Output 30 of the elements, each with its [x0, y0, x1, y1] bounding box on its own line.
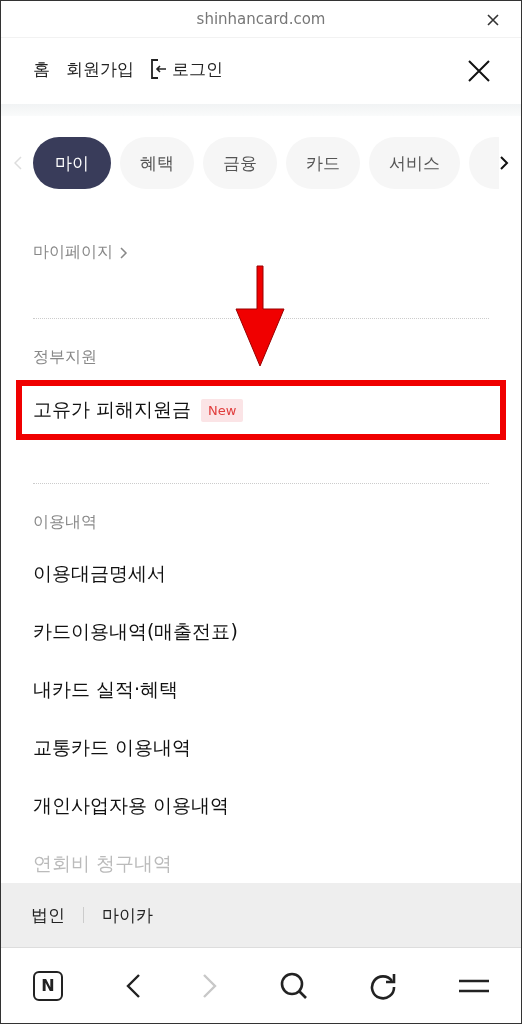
- url-text: shinhancard.com: [196, 10, 326, 28]
- category-tab[interactable]: 마이: [33, 137, 111, 189]
- close-icon[interactable]: [467, 59, 491, 83]
- browser-logo-button[interactable]: N: [33, 970, 63, 1001]
- header-link[interactable]: 홈: [33, 57, 50, 81]
- back-icon[interactable]: [124, 972, 141, 999]
- category-tab[interactable]: 카드: [286, 137, 360, 189]
- menu-item[interactable]: 카드이용내역(매출전표): [33, 619, 238, 645]
- login-link[interactable]: 로그인: [150, 57, 223, 81]
- footer-link[interactable]: 법인: [31, 903, 65, 927]
- menu-icon[interactable]: [458, 978, 489, 993]
- menu-item[interactable]: 교통카드 이용내역: [33, 735, 192, 761]
- header-link[interactable]: 회원가입: [66, 57, 134, 81]
- section-title: 정부지원: [33, 347, 98, 368]
- footer-link[interactable]: 마이카: [102, 903, 153, 927]
- menu-item[interactable]: 내카드 실적·혜택: [33, 677, 179, 703]
- chevron-right-icon: [119, 245, 128, 260]
- chevron-right-icon[interactable]: [499, 155, 509, 171]
- close-icon[interactable]: [486, 13, 500, 27]
- menu-item[interactable]: 이용대금명세서: [33, 561, 166, 587]
- menu-item[interactable]: 개인사업자용 이용내역: [33, 793, 230, 819]
- category-tab[interactable]: 금융: [203, 137, 277, 189]
- menu-item[interactable]: 고유가 피해지원금: [33, 397, 192, 423]
- section-title: 이용내역: [33, 512, 98, 533]
- new-badge: New: [201, 398, 244, 422]
- category-tab[interactable]: 혜택: [120, 137, 194, 189]
- refresh-icon[interactable]: [369, 971, 398, 1000]
- search-icon[interactable]: [279, 971, 308, 1000]
- category-tab[interactable]: 서비스: [369, 137, 460, 189]
- mypage-link[interactable]: 마이페이지: [33, 242, 489, 263]
